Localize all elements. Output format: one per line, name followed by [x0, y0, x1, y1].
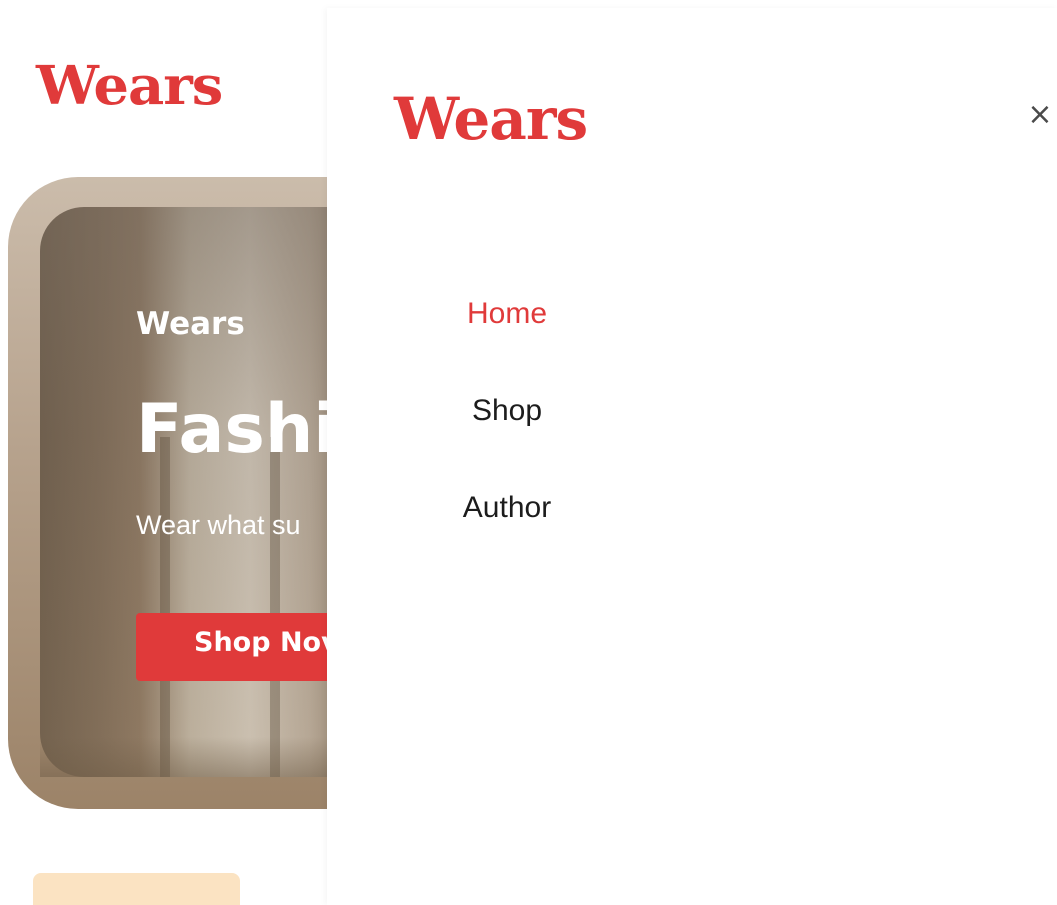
hero-title: Fashi	[136, 390, 337, 469]
nav-item-home[interactable]: Home	[387, 298, 627, 330]
drawer-nav: Home Shop Author	[387, 298, 627, 589]
site-logo[interactable]: Wears	[36, 59, 223, 112]
nav-item-author[interactable]: Author	[387, 492, 627, 524]
promo-card	[33, 873, 240, 905]
hero-image-detail	[270, 437, 280, 777]
close-icon[interactable]: ×	[1025, 100, 1055, 130]
hero-kicker: Wears	[136, 306, 245, 342]
hero-subtitle: Wear what su	[136, 510, 301, 540]
mobile-menu-drawer: Wears × Home Shop Author	[327, 8, 1057, 905]
hero-image-detail	[160, 437, 170, 777]
nav-item-shop[interactable]: Shop	[387, 395, 627, 427]
drawer-logo[interactable]: Wears	[394, 90, 588, 148]
